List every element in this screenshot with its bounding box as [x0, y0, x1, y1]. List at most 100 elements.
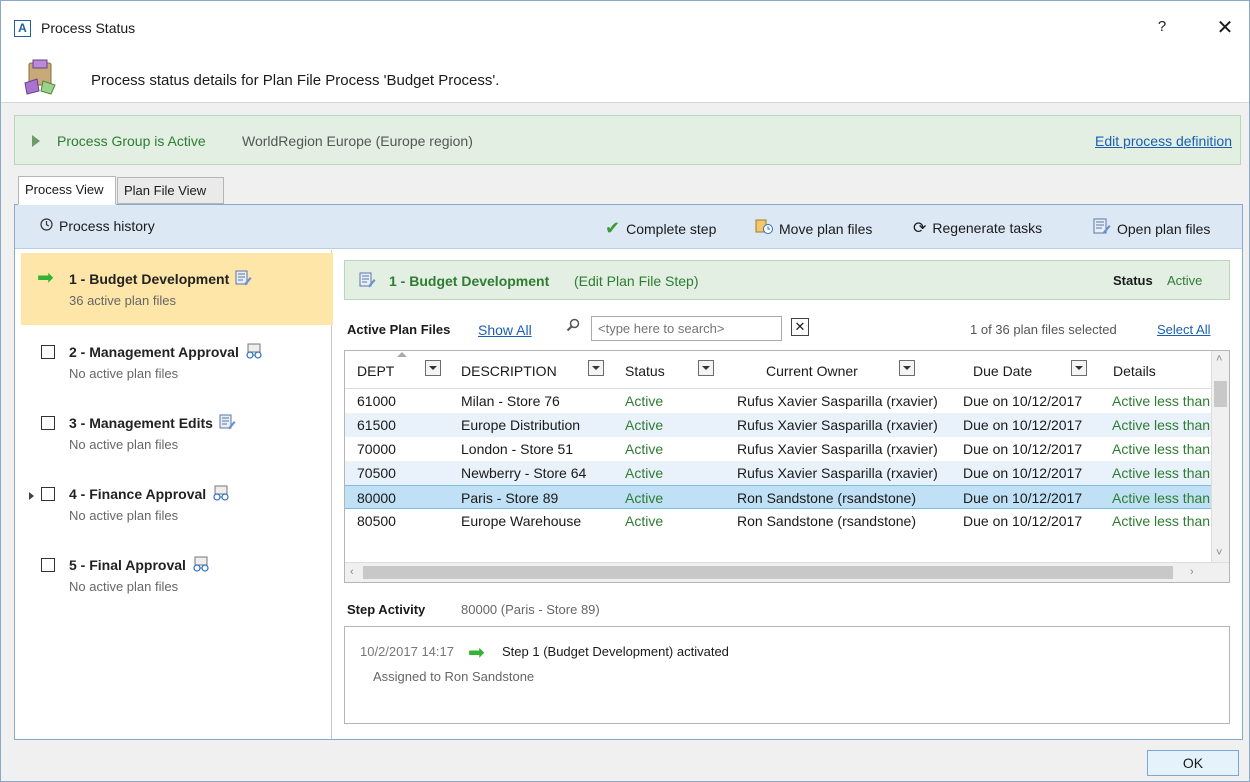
show-all-link[interactable]: Show All — [478, 322, 532, 338]
tab-plan-file-view[interactable]: Plan File View — [117, 177, 224, 204]
column-header-details[interactable]: Details — [1113, 363, 1156, 379]
cell-owner: Rufus Xavier Sasparilla (rxavier) — [737, 441, 938, 457]
process-history-button[interactable]: Process history — [40, 218, 155, 234]
table-row[interactable]: 80500 Europe Warehouse Active Ron Sandst… — [345, 509, 1211, 533]
table-row[interactable]: 70000 London - Store 51 Active Rufus Xav… — [345, 437, 1211, 461]
step-subtext: 36 active plan files — [69, 293, 176, 308]
play-icon — [32, 135, 40, 147]
edit-icon — [359, 272, 377, 291]
approval-icon — [212, 485, 230, 504]
cell-description: London - Store 51 — [461, 441, 574, 457]
cell-description: Paris - Store 89 — [461, 490, 559, 506]
cell-owner: Rufus Xavier Sasparilla (rxavier) — [737, 393, 938, 409]
window-title: Process Status — [41, 20, 136, 36]
table-row-selected[interactable]: 80000 Paris - Store 89 Active Ron Sandst… — [345, 485, 1211, 509]
step-item-finance-approval[interactable]: 4 - Finance Approval No active plan file… — [21, 468, 333, 540]
open-plan-files-button[interactable]: Open plan files — [1093, 218, 1210, 237]
cell-dept: 70000 — [357, 441, 396, 457]
column-header-description[interactable]: DESCRIPTION — [461, 363, 557, 379]
select-all-link[interactable]: Select All — [1157, 322, 1210, 337]
step-checkbox[interactable] — [41, 487, 55, 501]
filter-dropdown-owner[interactable] — [899, 360, 915, 376]
cell-due-date: Due on 10/12/2017 — [963, 393, 1083, 409]
grid-header: DEPT DESCRIPTION Status Current Owner Du… — [345, 351, 1211, 389]
step-label: 3 - Management Edits — [69, 414, 237, 433]
process-history-label: Process history — [59, 218, 155, 234]
step-checkbox[interactable] — [41, 558, 55, 572]
cell-owner: Rufus Xavier Sasparilla (rxavier) — [737, 417, 938, 433]
process-group-banner: Process Group is Active WorldRegion Euro… — [14, 115, 1241, 165]
step-title: 1 - Budget Development — [389, 273, 550, 289]
green-arrow-icon: ➡ — [468, 642, 485, 664]
step-checkbox[interactable] — [41, 416, 55, 430]
table-row[interactable]: 70500 Newberry - Store 64 Active Rufus X… — [345, 461, 1211, 485]
step-item-budget-development[interactable]: ➡ 1 - Budget Development 36 active plan … — [21, 253, 333, 325]
scroll-up-icon[interactable]: ˄ — [1216, 353, 1222, 365]
filter-dropdown-due-date[interactable] — [1071, 360, 1087, 376]
cell-details: Active less than — [1112, 393, 1211, 409]
filter-dropdown-description[interactable] — [588, 360, 604, 376]
clear-search-button[interactable]: ✕ — [791, 318, 809, 336]
cell-description: Europe Distribution — [461, 417, 581, 433]
column-header-status[interactable]: Status — [625, 363, 665, 379]
column-header-due-date[interactable]: Due Date — [973, 363, 1032, 379]
table-row[interactable]: 61000 Milan - Store 76 Active Rufus Xavi… — [345, 389, 1211, 413]
cell-status: Active — [625, 513, 664, 529]
search-input[interactable] — [591, 316, 782, 341]
edit-icon — [219, 414, 237, 433]
complete-step-label: Complete step — [626, 221, 717, 237]
checkmark-icon: ✔ — [605, 218, 621, 238]
edit-process-definition-link[interactable]: Edit process definition — [1095, 133, 1232, 149]
step-activity-item: 80000 (Paris - Store 89) — [461, 602, 600, 617]
open-plan-files-label: Open plan files — [1117, 221, 1211, 237]
step-item-final-approval[interactable]: 5 - Final Approval No active plan files — [21, 539, 333, 611]
tab-process-view[interactable]: Process View — [18, 176, 116, 205]
step-item-management-edits[interactable]: 3 - Management Edits No active plan file… — [21, 397, 333, 469]
regenerate-tasks-button[interactable]: ⟳ Regenerate tasks — [913, 218, 1042, 238]
step-header: 1 - Budget Development (Edit Plan File S… — [344, 260, 1230, 300]
approval-icon — [192, 556, 210, 575]
move-plan-files-button[interactable]: Move plan files — [755, 218, 872, 237]
expand-icon[interactable] — [29, 492, 34, 500]
process-status-dialog: A Process Status ? ✕ Process status deta… — [0, 0, 1250, 782]
filter-dropdown-status[interactable] — [698, 360, 714, 376]
cell-dept: 70500 — [357, 465, 396, 481]
complete-step-button[interactable]: ✔ Complete step — [605, 218, 716, 239]
scroll-right-icon[interactable]: › — [1190, 566, 1194, 578]
vertical-scroll-thumb[interactable] — [1214, 381, 1227, 407]
cell-status: Active — [625, 465, 664, 481]
step-activity-label: Step Activity — [347, 602, 426, 617]
cell-status: Active — [625, 417, 664, 433]
step-item-management-approval[interactable]: 2 - Management Approval No active plan f… — [21, 326, 333, 398]
step-checkbox[interactable] — [41, 345, 55, 359]
step-label: 4 - Finance Approval — [69, 485, 230, 504]
scroll-down-icon[interactable]: ˅ — [1216, 547, 1222, 559]
app-icon: A — [14, 20, 31, 37]
cell-due-date: Due on 10/12/2017 — [963, 465, 1083, 481]
cell-description: Milan - Store 76 — [461, 393, 560, 409]
step-label: 1 - Budget Development — [69, 270, 253, 289]
table-row[interactable]: 61500 Europe Distribution Active Rufus X… — [345, 413, 1211, 437]
cell-dept: 61500 — [357, 417, 396, 433]
ok-button[interactable]: OK — [1147, 750, 1239, 776]
cell-owner: Ron Sandstone (rsandstone) — [737, 513, 916, 529]
cell-status: Active — [625, 393, 664, 409]
help-button[interactable]: ? — [1151, 18, 1173, 38]
close-button[interactable]: ✕ — [1213, 15, 1237, 39]
filter-dropdown-dept[interactable] — [425, 360, 441, 376]
cell-dept: 80000 — [357, 490, 396, 506]
cell-details: Active less than — [1112, 465, 1211, 481]
step-subtext: No active plan files — [69, 508, 179, 523]
title-bar: A Process Status ? ✕ — [1, 1, 1249, 53]
horizontal-scrollbar[interactable]: ‹ › — [345, 562, 1229, 582]
move-files-icon — [755, 218, 773, 237]
approval-icon — [245, 343, 263, 362]
column-header-dept[interactable]: DEPT — [357, 363, 394, 379]
scroll-left-icon[interactable]: ‹ — [350, 566, 354, 578]
vertical-scrollbar[interactable]: ˄ ˅ — [1211, 351, 1229, 564]
column-header-owner[interactable]: Current Owner — [766, 363, 858, 379]
refresh-icon: ⟳ — [913, 220, 927, 237]
horizontal-scroll-thumb[interactable] — [363, 566, 1173, 579]
process-icon — [24, 59, 56, 95]
cell-due-date: Due on 10/12/2017 — [963, 513, 1083, 529]
